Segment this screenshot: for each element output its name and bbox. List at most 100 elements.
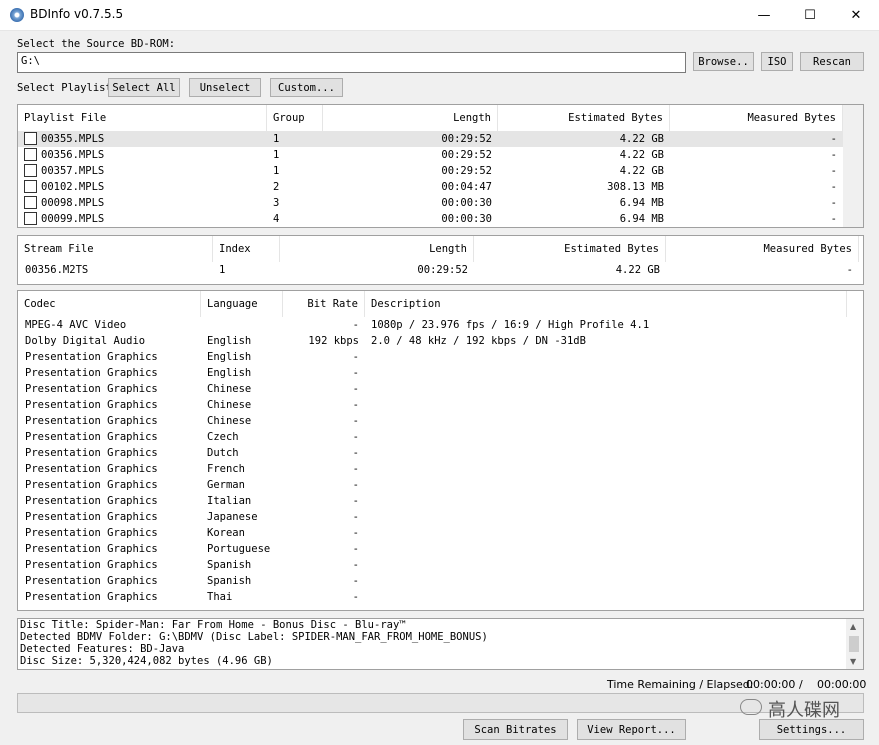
stream-table[interactable]: Stream File Index Length Estimated Bytes… (17, 235, 864, 285)
col-estimated-bytes[interactable]: Estimated Bytes (498, 105, 670, 131)
codec-language: Czech (207, 431, 239, 443)
col-stream-measured-bytes[interactable]: Measured Bytes (666, 236, 859, 262)
playlist-estimated-bytes: 308.13 MB (607, 181, 664, 193)
codec-bit-rate: - (352, 591, 359, 603)
stream-estimated-bytes: 4.22 GB (615, 264, 660, 276)
playlist-row[interactable]: 00099.MPLS 4 00:00:30 6.94 MB - (18, 211, 843, 227)
codec-language: English (207, 351, 252, 363)
close-button[interactable]: ✕ (833, 0, 879, 31)
codec-row[interactable]: MPEG-4 AVC Video -1080p / 23.976 fps / 16… (18, 317, 863, 333)
codec-description (371, 445, 851, 461)
codec-row[interactable]: Presentation Graphics Korean - (18, 525, 863, 541)
scroll-down-icon[interactable]: ▼ (850, 656, 856, 668)
col-index[interactable]: Index (213, 236, 280, 262)
codec-table[interactable]: Codec Language Bit Rate Description MPEG… (17, 290, 864, 611)
playlist-length: 00:29:52 (441, 133, 492, 145)
codec-bit-rate: - (352, 447, 359, 459)
col-bit-rate[interactable]: Bit Rate (283, 291, 365, 317)
source-path-input[interactable]: G:\ (17, 52, 686, 73)
playlist-checkbox[interactable] (24, 148, 37, 161)
select-all-button[interactable]: Select All (108, 78, 180, 97)
playlist-row[interactable]: 00102.MPLS 2 00:04:47 308.13 MB - (18, 179, 843, 195)
col-length[interactable]: Length (323, 105, 498, 131)
disc-info-scrollbar[interactable]: ▲ ▼ (846, 619, 863, 669)
codec-row[interactable]: Presentation Graphics Chinese - (18, 413, 863, 429)
codec-bit-rate: - (352, 399, 359, 411)
codec-name: Presentation Graphics (25, 559, 158, 571)
codec-description (371, 573, 851, 589)
scroll-thumb[interactable] (849, 636, 859, 652)
playlist-group: 3 (273, 197, 280, 209)
playlist-group: 4 (273, 213, 280, 225)
disc-info-box[interactable]: Disc Title: Spider-Man: Far From Home - … (17, 618, 864, 670)
scan-bitrates-button[interactable]: Scan Bitrates (463, 719, 568, 740)
col-language[interactable]: Language (201, 291, 283, 317)
codec-name: Presentation Graphics (25, 367, 158, 379)
stream-row[interactable]: 00356.M2TS 1 00:29:52 4.22 GB - (18, 262, 863, 278)
unselect-button[interactable]: Unselect (189, 78, 261, 97)
playlist-row[interactable]: 00357.MPLS 1 00:29:52 4.22 GB - (18, 163, 843, 179)
iso-button[interactable]: ISO (761, 52, 793, 71)
codec-description (371, 381, 851, 397)
playlist-checkbox[interactable] (24, 212, 37, 225)
codec-language: Italian (207, 495, 252, 507)
col-description[interactable]: Description (365, 291, 847, 317)
codec-language (207, 317, 283, 333)
codec-row[interactable]: Presentation Graphics French - (18, 461, 863, 477)
custom-button[interactable]: Custom... (270, 78, 343, 97)
playlist-row[interactable]: 00356.MPLS 1 00:29:52 4.22 GB - (18, 147, 843, 163)
codec-description (371, 429, 851, 445)
col-group[interactable]: Group (267, 105, 323, 131)
codec-language: Thai (207, 591, 233, 603)
col-stream-estimated-bytes[interactable]: Estimated Bytes (474, 236, 666, 262)
codec-row[interactable]: Presentation Graphics Dutch - (18, 445, 863, 461)
playlist-file: 00102.MPLS (41, 181, 105, 193)
codec-language: Chinese (207, 399, 252, 411)
playlist-row[interactable]: 00355.MPLS 1 00:29:52 4.22 GB - (18, 131, 843, 147)
codec-row[interactable]: Presentation Graphics Italian - (18, 493, 863, 509)
col-measured-bytes[interactable]: Measured Bytes (670, 105, 843, 131)
codec-row[interactable]: Presentation Graphics English - (18, 365, 863, 381)
codec-name: Dolby Digital Audio (25, 335, 146, 347)
codec-row[interactable]: Presentation Graphics German - (18, 477, 863, 493)
codec-bit-rate: - (352, 527, 359, 539)
codec-row[interactable]: Presentation Graphics Thai - (18, 589, 863, 605)
col-codec[interactable]: Codec (18, 291, 201, 317)
playlist-checkbox[interactable] (24, 196, 37, 209)
playlist-row[interactable]: 00098.MPLS 3 00:00:30 6.94 MB - (18, 195, 843, 211)
settings-button[interactable]: Settings... (759, 719, 864, 740)
col-stream-length[interactable]: Length (280, 236, 474, 262)
codec-bit-rate: - (352, 511, 359, 523)
codec-bit-rate: - (352, 319, 359, 331)
browse-button[interactable]: Browse.. (693, 52, 754, 71)
playlist-checkbox[interactable] (24, 164, 37, 177)
minimize-button[interactable]: — (741, 0, 787, 31)
codec-row[interactable]: Presentation Graphics English - (18, 349, 863, 365)
codec-description (371, 461, 851, 477)
playlist-measured-bytes: - (830, 165, 837, 177)
playlist-measured-bytes: - (830, 197, 837, 209)
maximize-button[interactable]: ☐ (787, 0, 833, 31)
codec-description (371, 541, 851, 557)
rescan-button[interactable]: Rescan (800, 52, 864, 71)
col-stream-file[interactable]: Stream File (18, 236, 213, 262)
playlist-table[interactable]: Playlist File Group Length Estimated Byt… (17, 104, 864, 228)
view-report-button[interactable]: View Report... (577, 719, 686, 740)
codec-row[interactable]: Dolby Digital Audio English 192 kbps 2.0 / … (18, 333, 863, 349)
playlist-scrollbar (843, 105, 863, 227)
codec-row[interactable]: Presentation Graphics Spanish - (18, 557, 863, 573)
playlist-checkbox[interactable] (24, 132, 37, 145)
playlist-group: 1 (273, 165, 280, 177)
codec-row[interactable]: Presentation Graphics Chinese - (18, 381, 863, 397)
codec-name: Presentation Graphics (25, 495, 158, 507)
codec-row[interactable]: Presentation Graphics Portuguese - (18, 541, 863, 557)
col-playlist-file[interactable]: Playlist File (18, 105, 267, 131)
codec-row[interactable]: Presentation Graphics Czech - (18, 429, 863, 445)
codec-description (371, 525, 851, 541)
codec-row[interactable]: Presentation Graphics Japanese - (18, 509, 863, 525)
codec-row[interactable]: Presentation Graphics Spanish - (18, 573, 863, 589)
codec-name: Presentation Graphics (25, 543, 158, 555)
playlist-checkbox[interactable] (24, 180, 37, 193)
codec-row[interactable]: Presentation Graphics Chinese - (18, 397, 863, 413)
scroll-up-icon[interactable]: ▲ (850, 621, 856, 633)
